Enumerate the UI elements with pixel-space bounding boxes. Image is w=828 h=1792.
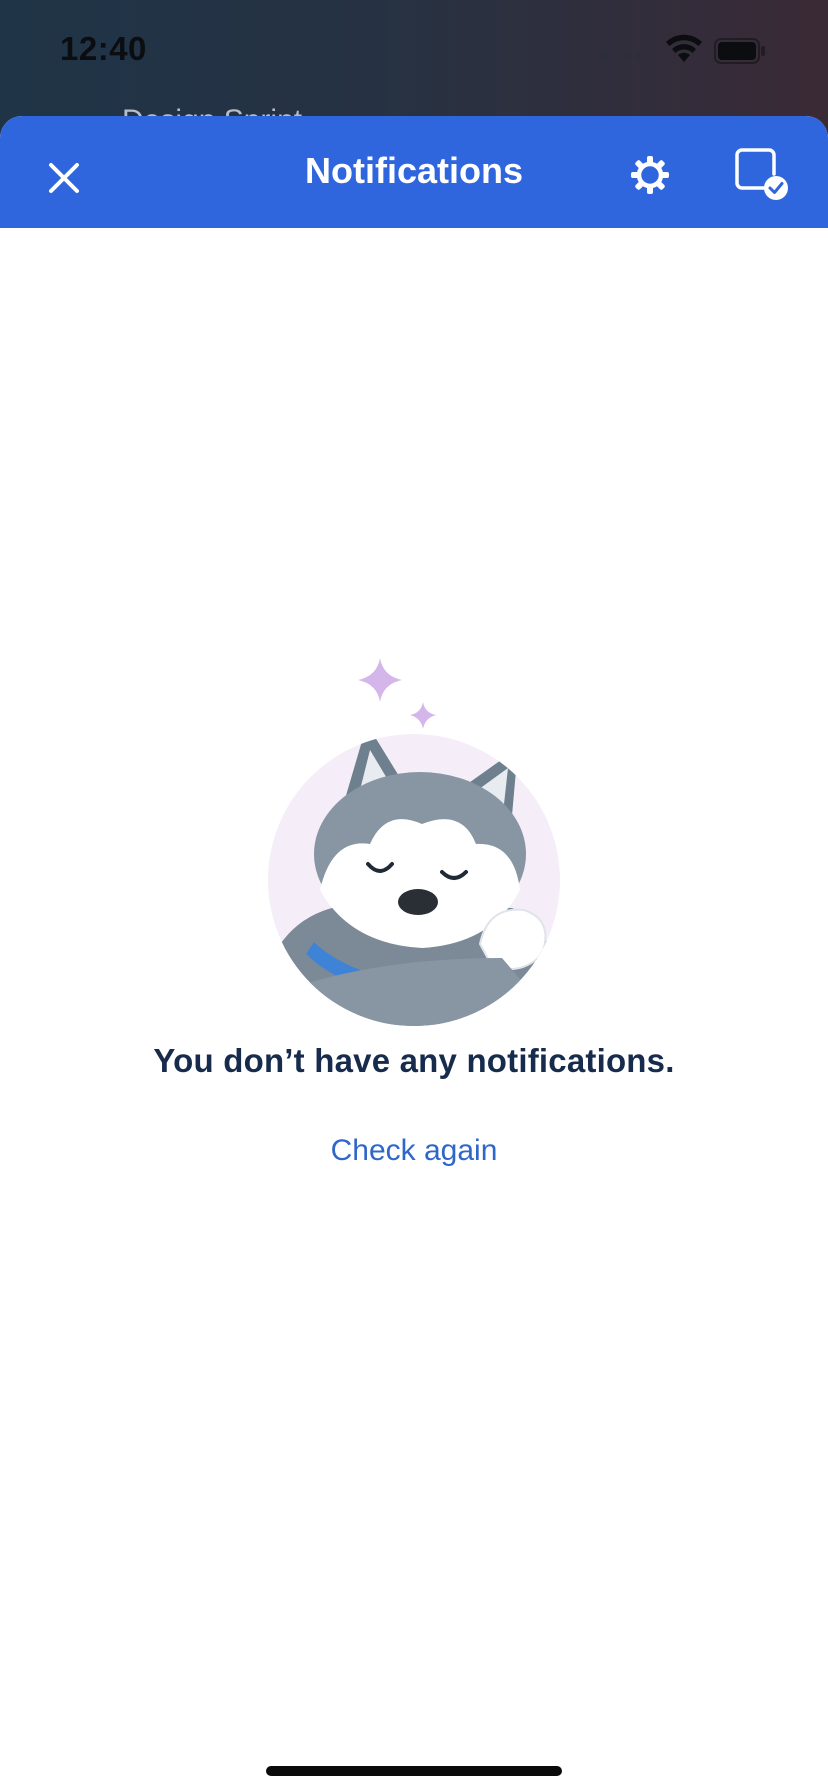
mark-all-read-button[interactable] <box>734 148 790 204</box>
status-icons <box>594 34 794 66</box>
status-bar: 12:40 <box>0 0 828 100</box>
status-time: 12:40 <box>60 30 147 67</box>
gear-icon <box>631 156 669 194</box>
settings-button[interactable] <box>624 149 676 201</box>
battery-icon <box>714 38 765 64</box>
signal-icon <box>600 52 644 60</box>
empty-state-message: You don’t have any notifications. <box>153 1042 675 1079</box>
page-title: Notifications <box>304 150 523 191</box>
home-indicator <box>266 1766 562 1776</box>
notifications-header: Notifications <box>0 116 828 228</box>
wifi-icon <box>666 34 702 62</box>
check-again-link[interactable]: Check again <box>0 1134 828 1168</box>
sleeping-husky-illustration <box>268 658 560 1026</box>
mark-all-read-icon <box>735 148 788 200</box>
notifications-sheet: Notifications You don’t have any notific… <box>0 116 828 1792</box>
